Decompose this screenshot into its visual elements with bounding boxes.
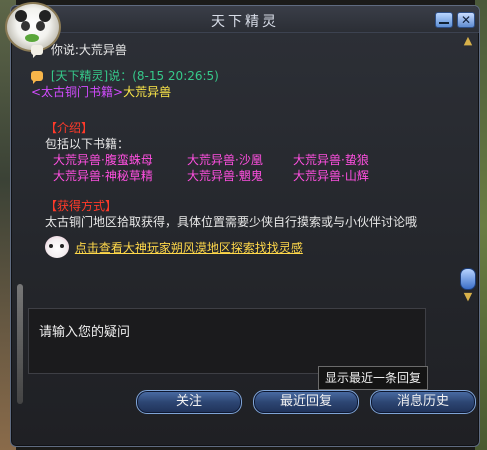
book-item: 大荒异兽·沙凰 <box>187 153 263 167</box>
scrollbar-thumb[interactable] <box>460 268 476 290</box>
window-title: 天下精灵 <box>211 14 279 30</box>
guide-line: 点击查看大神玩家朔风漠地区探索找找灵感 <box>31 236 451 260</box>
chat-scrollbar[interactable] <box>463 38 473 296</box>
pet-mascot-icon <box>45 236 69 258</box>
message-history-button[interactable]: 消息历史 <box>370 390 476 414</box>
user-query: 大荒异兽 <box>78 43 127 57</box>
scroll-up-icon[interactable]: ▲ <box>460 34 476 47</box>
book-title: 大荒异兽 <box>123 85 172 99</box>
decorative-staff <box>17 284 23 404</box>
book-list: 大荒异兽·腹蛮蛛母 大荒异兽·沙凰 大荒异兽·蛰狼 大荒异兽·神秘草精 大荒异兽… <box>31 152 451 184</box>
section-intro: 【介绍】 <box>45 121 94 135</box>
guide-link[interactable]: 点击查看大神玩家朔风漠地区探索找找灵感 <box>75 241 303 255</box>
title-bar[interactable]: 天下精灵 ✕ <box>11 6 479 33</box>
question-input[interactable]: 请输入您的疑问 <box>28 308 426 374</box>
recent-reply-button[interactable]: 最近回复 <box>253 390 359 414</box>
book-item: 大荒异兽·蛰狼 <box>293 153 369 167</box>
chat-log: 你说:大荒异兽 [天下精灵]说：(8-15 20:26:5) <太古铜门书籍>大… <box>31 42 451 260</box>
chat-bubble-icon <box>31 45 43 58</box>
book-item: 大荒异兽·腹蛮蛛母 <box>53 153 153 167</box>
bot-header: [天下精灵]说：(8-15 20:26:5) <box>31 68 451 84</box>
follow-button[interactable]: 关注 <box>136 390 242 414</box>
book-line: <太古铜门书籍>大荒异兽 <box>31 84 451 100</box>
section-obtain: 【获得方式】 <box>45 199 118 213</box>
book-item: 大荒异兽·魍鬼 <box>187 169 263 183</box>
tooltip-recent-reply: 显示最近一条回复 <box>318 366 428 390</box>
book-item: 大荒异兽·山辉 <box>293 169 369 183</box>
obtain-text: 太古铜门地区拾取获得，具体位置需要少侠自行摸索或与小伙伴讨论哦 <box>45 215 418 229</box>
intro-text: 包括以下书籍： <box>45 137 130 151</box>
book-item: 大荒异兽·神秘草精 <box>53 169 153 183</box>
minimize-icon[interactable] <box>435 12 453 28</box>
scroll-down-icon[interactable]: ▼ <box>460 290 476 303</box>
close-icon[interactable]: ✕ <box>457 12 475 28</box>
user-message: 你说:大荒异兽 <box>31 42 451 58</box>
book-tag: <太古铜门书籍> <box>31 85 124 99</box>
question-placeholder: 请输入您的疑问 <box>39 325 131 340</box>
user-prefix: 你说: <box>50 43 79 57</box>
bot-name-time: [天下精灵]说：(8-15 20:26:5) <box>50 69 219 83</box>
chat-bubble-icon <box>31 71 43 84</box>
